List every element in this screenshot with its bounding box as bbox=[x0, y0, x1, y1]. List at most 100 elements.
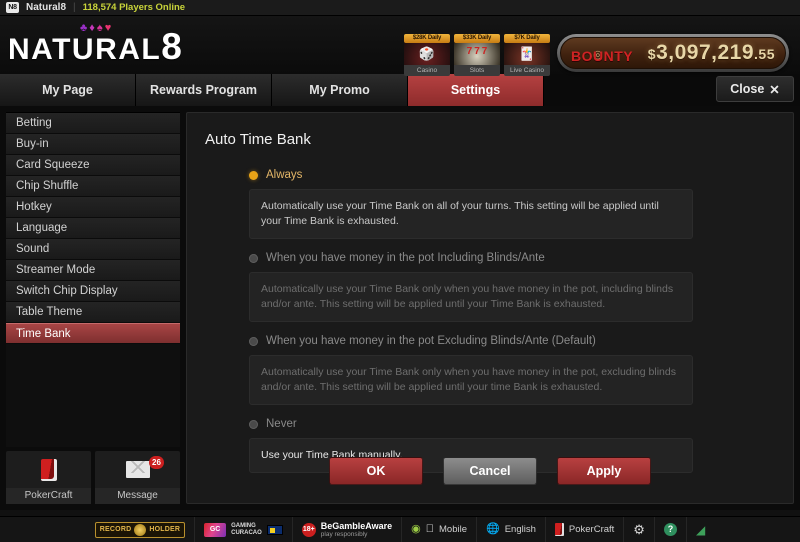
option-excluding-blinds: When you have money in the pot Excluding… bbox=[249, 332, 775, 405]
sidebar-item-language[interactable]: Language bbox=[6, 218, 180, 239]
help-icon: ? bbox=[663, 523, 677, 536]
sidebar-item-sound[interactable]: Sound bbox=[6, 239, 180, 260]
promo-badge: $7K Daily bbox=[504, 34, 550, 43]
close-button-label: Close bbox=[730, 82, 765, 96]
sidebar-item-betting[interactable]: Betting bbox=[6, 113, 180, 134]
message-tile[interactable]: 26 Message bbox=[95, 451, 180, 504]
radio-always[interactable]: Always bbox=[249, 166, 775, 184]
brand-name: Natural8 bbox=[26, 2, 67, 13]
logo-wordmark: NATURAL8 bbox=[8, 28, 182, 66]
logo-text-eight: 8 bbox=[161, 26, 182, 67]
connection-status[interactable]: ◢ bbox=[685, 516, 714, 542]
bga-line2: play responsibly bbox=[320, 530, 368, 538]
close-icon: ✕ bbox=[769, 82, 780, 97]
mobile-link[interactable]: ◉  Mobile bbox=[401, 516, 476, 542]
pokercraft-label: PokerCraft bbox=[564, 524, 614, 535]
option-label: Always bbox=[266, 169, 303, 181]
record-holder-right-text: HOLDER bbox=[149, 526, 181, 533]
gaming-curacao-icon: GC bbox=[204, 522, 227, 537]
sidebar-item-hotkey[interactable]: Hotkey bbox=[6, 197, 180, 218]
natural8-logo: ♣ ♦ ♠ ♥ NATURAL8 bbox=[8, 23, 182, 66]
logo-text-main: NATURAL bbox=[8, 33, 162, 66]
bounty-amount-whole: 3,097,219 bbox=[656, 41, 755, 64]
begambleaware-badge[interactable]: 18+ BeGambleAware play responsibly bbox=[291, 516, 401, 542]
mobile-label: Mobile bbox=[434, 524, 467, 535]
message-count-badge: 26 bbox=[149, 456, 164, 469]
gear-icon: ⚙ bbox=[629, 521, 645, 537]
radio-indicator bbox=[249, 253, 258, 263]
sidebar-item-chip-shuffle[interactable]: Chip Shuffle bbox=[6, 176, 180, 197]
globe-icon: 🌐 bbox=[481, 523, 500, 535]
sidebar-item-card-squeeze[interactable]: Card Squeeze bbox=[6, 155, 180, 176]
radio-indicator bbox=[249, 419, 258, 429]
gaming-curacao-badge[interactable]: GC GAMING CURACAO bbox=[194, 516, 292, 542]
settings-menu: Betting Buy-in Card Squeeze Chip Shuffle… bbox=[6, 112, 180, 344]
promo-tile-live-casino[interactable]: $7K Daily 🃏 Live Casino bbox=[504, 34, 550, 76]
settings-gear-button[interactable]: ⚙ bbox=[623, 516, 654, 542]
apple-icon:  bbox=[426, 524, 434, 535]
radio-indicator bbox=[249, 336, 258, 346]
promo-badge: $28K Daily bbox=[404, 34, 450, 43]
promo-tile-casino[interactable]: $28K Daily 🎲 Casino bbox=[404, 34, 450, 76]
live-dealer-cards-icon: 🃏 bbox=[504, 43, 550, 65]
ok-button[interactable]: OK bbox=[329, 457, 423, 485]
sidebar-filler bbox=[6, 344, 180, 447]
natural8-client-window: N8 Natural8 | 118,574 Players Online ♣ ♦… bbox=[0, 0, 800, 542]
option-description: Automatically use your Time Bank only wh… bbox=[249, 355, 693, 405]
slot-machine-icon: 7 7 7 bbox=[454, 43, 500, 65]
cancel-button[interactable]: Cancel bbox=[443, 457, 537, 485]
apply-button[interactable]: Apply bbox=[557, 457, 651, 485]
signal-strength-icon: ◢ bbox=[691, 522, 705, 537]
tab-rewards-program[interactable]: Rewards Program bbox=[136, 74, 272, 106]
sidebar-item-streamer-mode[interactable]: Streamer Mode bbox=[6, 260, 180, 281]
gc-line2: CURACAO bbox=[231, 529, 262, 536]
option-description: Automatically use your Time Bank only wh… bbox=[249, 272, 693, 322]
record-holder-left-text: RECORD bbox=[99, 526, 132, 533]
promo-tile-slots[interactable]: $33K Daily 7 7 7 Slots bbox=[454, 34, 500, 76]
footer-bar: RECORD HOLDER GC GAMING CURACAO 18+ BeGa… bbox=[0, 516, 800, 542]
medal-icon bbox=[134, 523, 147, 536]
radio-including-blinds[interactable]: When you have money in the pot Including… bbox=[249, 249, 775, 267]
tab-my-page[interactable]: My Page bbox=[0, 74, 136, 106]
language-label: English bbox=[500, 524, 536, 535]
pokercraft-link[interactable]: PokerCraft bbox=[544, 516, 623, 542]
bounty-jackpot-display[interactable]: ◎ BOUNTY $3,097,219.55 bbox=[557, 34, 789, 72]
sidebar-item-buy-in[interactable]: Buy-in bbox=[6, 134, 180, 155]
age-18-plus-icon: 18+ bbox=[301, 522, 316, 537]
promo-label: Casino bbox=[404, 65, 450, 76]
bounty-amount-cents: .55 bbox=[754, 46, 775, 62]
currency-symbol: $ bbox=[647, 46, 657, 62]
pokercraft-tile[interactable]: PokerCraft bbox=[6, 451, 91, 504]
promo-badge: $33K Daily bbox=[454, 34, 500, 43]
settings-sidebar: Betting Buy-in Card Squeeze Chip Shuffle… bbox=[6, 112, 180, 504]
n8-logo-chip: N8 bbox=[6, 2, 19, 13]
tab-my-promo[interactable]: My Promo bbox=[272, 74, 408, 106]
record-holder-badge: RECORD HOLDER bbox=[86, 517, 194, 542]
promo-label: Live Casino bbox=[504, 65, 550, 76]
sidebar-shortcut-tiles: PokerCraft 26 Message bbox=[6, 447, 180, 504]
gc-line1: GAMING bbox=[231, 522, 256, 529]
android-icon: ◉ bbox=[411, 523, 421, 535]
pokercraft-cube-icon bbox=[40, 451, 57, 488]
close-button[interactable]: Close ✕ bbox=[716, 76, 794, 102]
option-label: Never bbox=[266, 418, 297, 430]
tab-settings[interactable]: Settings bbox=[408, 74, 544, 106]
app-header: ♣ ♦ ♠ ♥ NATURAL8 $28K Daily 🎲 Casino $33… bbox=[0, 16, 800, 76]
pokercraft-tile-label: PokerCraft bbox=[6, 488, 91, 504]
main-tab-bar: My Page Rewards Program My Promo Setting… bbox=[0, 74, 800, 106]
radio-excluding-blinds[interactable]: When you have money in the pot Excluding… bbox=[249, 332, 775, 350]
divider: | bbox=[73, 2, 76, 13]
begambleaware-text: BeGambleAware play responsibly bbox=[321, 521, 392, 539]
radio-never[interactable]: Never bbox=[249, 415, 775, 433]
radio-indicator-selected bbox=[249, 170, 258, 180]
sidebar-item-switch-chip-display[interactable]: Switch Chip Display bbox=[6, 281, 180, 302]
language-selector[interactable]: 🌐 English bbox=[476, 516, 545, 542]
bounty-amount: $3,097,219.55 bbox=[639, 41, 775, 65]
sidebar-item-time-bank[interactable]: Time Bank bbox=[6, 323, 180, 344]
message-tile-label: Message bbox=[95, 488, 180, 504]
gaming-curacao-text: GAMING CURACAO bbox=[231, 523, 262, 537]
sidebar-item-table-theme[interactable]: Table Theme bbox=[6, 302, 180, 323]
bga-line1: BeGambleAware bbox=[320, 520, 393, 531]
help-button[interactable]: ? bbox=[653, 516, 686, 542]
envelope-icon bbox=[125, 451, 150, 488]
